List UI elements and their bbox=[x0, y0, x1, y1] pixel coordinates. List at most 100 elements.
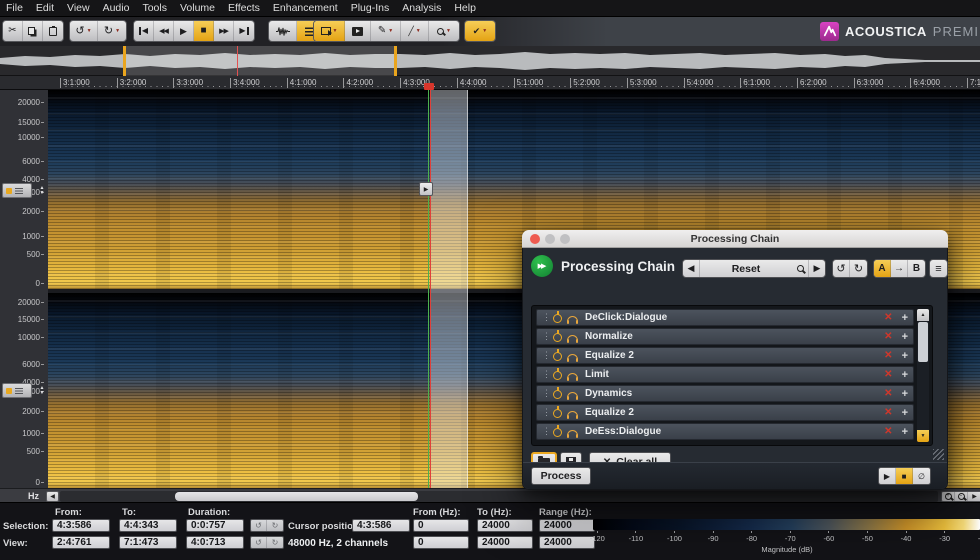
menu-item[interactable]: File bbox=[6, 2, 23, 14]
add-item-icon[interactable]: + bbox=[902, 407, 908, 419]
process-button[interactable]: Process bbox=[531, 467, 591, 485]
power-toggle-icon[interactable] bbox=[553, 333, 562, 342]
drag-handle-icon[interactable]: ⋮ bbox=[542, 389, 551, 398]
power-toggle-icon[interactable] bbox=[553, 352, 562, 361]
fast-forward-button[interactable]: ▶▶ bbox=[214, 21, 234, 41]
remove-item-icon[interactable]: ✕ bbox=[884, 350, 892, 361]
zoom-out-button[interactable]: - bbox=[955, 491, 968, 501]
power-toggle-icon[interactable] bbox=[553, 428, 562, 437]
zoom-tool-button[interactable]: ▼ bbox=[429, 21, 459, 41]
scroll-right-button[interactable]: ▶ bbox=[968, 492, 980, 501]
zoom-in-button[interactable]: + bbox=[942, 491, 955, 501]
region-tool-button[interactable] bbox=[345, 21, 371, 41]
drag-handle-icon[interactable]: ⋮ bbox=[542, 351, 551, 360]
dropdown-caret-icon[interactable]: ▼ bbox=[446, 28, 451, 34]
headphones-icon[interactable] bbox=[567, 372, 578, 381]
chain-item[interactable]: ⋮ Equalize 2 ✕ + bbox=[536, 404, 914, 421]
selection-undo-button[interactable]: ↺ bbox=[251, 520, 267, 531]
dropdown-caret-icon[interactable]: ▼ bbox=[333, 28, 338, 34]
add-item-icon[interactable]: + bbox=[902, 426, 908, 438]
selection-from-field[interactable]: 4:3:586 bbox=[52, 519, 110, 532]
chain-item[interactable]: ⋮ DeEss:Dialogue ✕ + bbox=[536, 423, 914, 440]
rewind-button[interactable]: ◀◀ bbox=[154, 21, 174, 41]
scrollbar-track[interactable] bbox=[60, 490, 938, 502]
dropdown-caret-icon[interactable]: ▼ bbox=[388, 28, 393, 34]
channel-1-control[interactable] bbox=[2, 183, 32, 198]
channel-1-stepper[interactable]: ▲ ▼ bbox=[37, 183, 47, 199]
add-item-icon[interactable]: + bbox=[902, 350, 908, 362]
wand-tool-button[interactable]: ╱ ▼ bbox=[401, 21, 429, 41]
menu-item[interactable]: Analysis bbox=[402, 2, 441, 14]
skip-end-button[interactable]: ▶ bbox=[234, 21, 254, 41]
headphones-icon[interactable] bbox=[567, 334, 578, 343]
chain-item[interactable]: ⋮ Limit ✕ + bbox=[536, 366, 914, 383]
ab-b-button[interactable]: B bbox=[908, 260, 925, 277]
chain-item[interactable]: ⋮ Equalize 2 ✕ + bbox=[536, 347, 914, 364]
down-arrow-icon[interactable]: ▼ bbox=[40, 191, 45, 196]
dropdown-caret-icon[interactable]: ▼ bbox=[416, 28, 421, 34]
redo-button[interactable]: ↻ ▼ bbox=[98, 21, 126, 41]
overview-strip[interactable] bbox=[0, 46, 980, 76]
skip-start-button[interactable]: ◀ bbox=[134, 21, 154, 41]
select-tool-button[interactable]: ▼ bbox=[314, 21, 345, 41]
retouch-button[interactable]: ✔ ▼ bbox=[465, 21, 495, 41]
from-hz-field-1[interactable]: 0 bbox=[413, 519, 469, 532]
redo-button[interactable]: ↻ bbox=[850, 260, 867, 277]
preview-bypass-button[interactable]: ∅ bbox=[913, 468, 930, 484]
view-from-field[interactable]: 2:4:761 bbox=[52, 536, 110, 549]
undo-button[interactable]: ↺ bbox=[833, 260, 850, 277]
close-window-button[interactable] bbox=[530, 234, 540, 244]
brush-tool-button[interactable]: ✎ ▼ bbox=[371, 21, 401, 41]
headphones-icon[interactable] bbox=[567, 353, 578, 362]
menu-item[interactable]: Help bbox=[454, 2, 476, 14]
overview-region-start-marker[interactable] bbox=[123, 46, 126, 76]
remove-item-icon[interactable]: ✕ bbox=[884, 388, 892, 399]
menu-item[interactable]: Audio bbox=[103, 2, 130, 14]
headphones-icon[interactable] bbox=[567, 315, 578, 324]
cursor-position-field[interactable]: 4:3:586 bbox=[352, 519, 410, 532]
dropdown-caret-icon[interactable]: ▼ bbox=[87, 28, 92, 34]
add-item-icon[interactable]: + bbox=[902, 369, 908, 381]
view-to-field[interactable]: 7:1:473 bbox=[119, 536, 177, 549]
view-duration-field[interactable]: 4:0:713 bbox=[186, 536, 244, 549]
drag-handle-icon[interactable]: ⋮ bbox=[542, 332, 551, 341]
undo-button[interactable]: ↺ ▼ bbox=[70, 21, 98, 41]
preset-next-button[interactable]: ▶ bbox=[808, 260, 825, 277]
to-hz-field-1[interactable]: 24000 bbox=[477, 519, 533, 532]
menu-item[interactable]: Enhancement bbox=[273, 2, 338, 14]
preset-name[interactable]: Reset bbox=[700, 260, 792, 277]
view-redo-button[interactable]: ↻ bbox=[267, 537, 283, 548]
view-undo-button[interactable]: ↺ bbox=[251, 537, 267, 548]
chain-item[interactable]: ⋮ DeClick:Dialogue ✕ + bbox=[536, 309, 914, 326]
scroll-left-button[interactable]: ◀ bbox=[46, 490, 59, 502]
chain-item[interactable]: ⋮ Dynamics ✕ + bbox=[536, 385, 914, 402]
scroll-up-button[interactable]: ▲ bbox=[917, 309, 929, 321]
resize-grip[interactable] bbox=[933, 449, 944, 460]
menu-item[interactable]: Tools bbox=[142, 2, 167, 14]
selection-duration-field[interactable]: 0:0:757 bbox=[186, 519, 244, 532]
selection-to-field[interactable]: 4:4:343 bbox=[119, 519, 177, 532]
chain-item[interactable]: ⋮ Normalize ✕ + bbox=[536, 328, 914, 345]
remove-item-icon[interactable]: ✕ bbox=[884, 407, 892, 418]
timeline-ruler[interactable]: 3:1:000 3:2:000 3:3:000 3:4:000 4:1:000 4:2:0… bbox=[0, 76, 980, 90]
zoom-window-button[interactable] bbox=[560, 234, 570, 244]
drag-handle-icon[interactable]: ⋮ bbox=[542, 427, 551, 436]
dropdown-caret-icon[interactable]: ▼ bbox=[482, 28, 487, 34]
overview-view-region[interactable] bbox=[126, 46, 394, 76]
remove-item-icon[interactable]: ✕ bbox=[884, 312, 892, 323]
menu-item[interactable]: Plug-Ins bbox=[351, 2, 390, 14]
power-toggle-icon[interactable] bbox=[553, 314, 562, 323]
add-item-icon[interactable]: + bbox=[902, 312, 908, 324]
channel-2-control[interactable] bbox=[2, 383, 32, 398]
menu-item[interactable]: View bbox=[67, 2, 90, 14]
menu-item[interactable]: Volume bbox=[180, 2, 215, 14]
play-button[interactable]: ▶ bbox=[174, 21, 194, 41]
preset-search-button[interactable] bbox=[792, 260, 808, 277]
remove-item-icon[interactable]: ✕ bbox=[884, 369, 892, 380]
menu-item[interactable]: Effects bbox=[228, 2, 260, 14]
ab-a-button[interactable]: A bbox=[874, 260, 891, 277]
window-titlebar[interactable]: Processing Chain bbox=[522, 230, 948, 248]
selection-redo-button[interactable]: ↻ bbox=[267, 520, 283, 531]
power-toggle-icon[interactable] bbox=[553, 390, 562, 399]
add-item-icon[interactable]: + bbox=[902, 388, 908, 400]
